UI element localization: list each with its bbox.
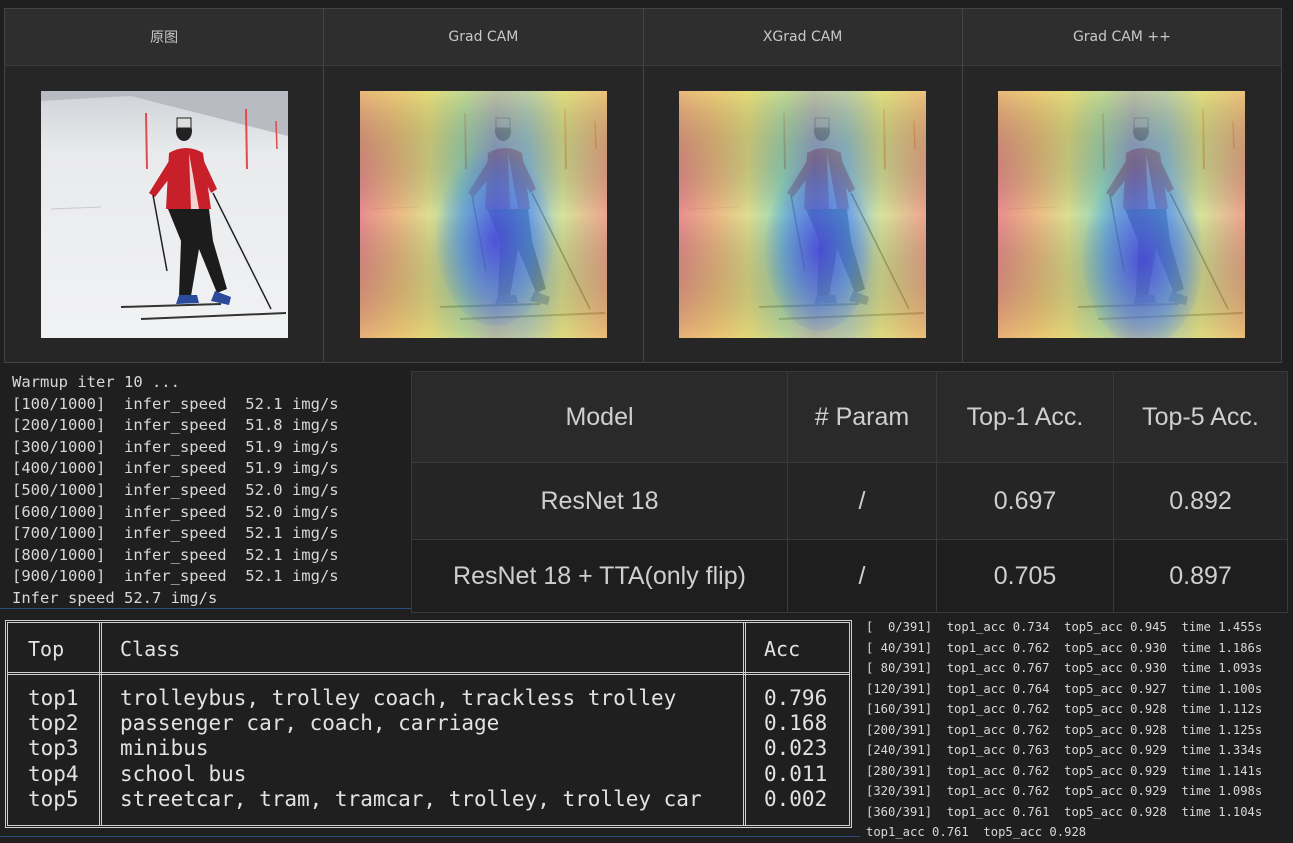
cell-top5: 0.892 <box>1113 462 1288 540</box>
model-table: Model # Param Top-1 Acc. Top-5 Acc. ResN… <box>411 371 1288 613</box>
cell-top1: 0.697 <box>936 462 1114 540</box>
list-item: streetcar, tram, tramcar, trolley, troll… <box>120 786 702 811</box>
list-item: 0.002 <box>764 786 828 811</box>
cam-column-gradcampp: Grad CAM ++ <box>962 9 1281 362</box>
log-line: [700/1000] infer_speed 52.1 img/s <box>12 524 339 543</box>
divider <box>0 836 860 837</box>
log-footer: Infer speed 52.7 img/s <box>12 588 218 607</box>
list-item: top4 <box>28 761 79 786</box>
log-line: [ 80/391] top1_acc 0.767 top5_acc 0.930 … <box>866 661 1263 675</box>
cam-column-original: 原图 <box>5 9 325 362</box>
xgradcam-heatmap-icon <box>679 90 927 338</box>
header-model: Model <box>411 371 788 463</box>
list-item: 0.168 <box>764 711 828 736</box>
header-class: Class <box>120 637 181 661</box>
column-title: Grad CAM ++ <box>962 9 1281 66</box>
log-summary: top1_acc 0.761 top5_acc 0.928 <box>866 825 1087 839</box>
log-line: [100/1000] infer_speed 52.1 img/s <box>12 394 339 413</box>
cell-top5: 0.897 <box>1113 539 1288 613</box>
log-line: [900/1000] infer_speed 52.1 img/s <box>12 567 339 586</box>
header-top5: Top-5 Acc. <box>1113 371 1288 463</box>
column-title: Grad CAM <box>324 9 643 66</box>
log-line: [200/391] top1_acc 0.762 top5_acc 0.928 … <box>866 722 1263 737</box>
column-title: 原图 <box>5 9 324 66</box>
header-acc: Acc <box>764 637 801 661</box>
cam-column-xgradcam: XGrad CAM <box>643 9 963 362</box>
table-row: ResNet 18 + TTA(only flip) / 0.705 0.897 <box>411 539 1288 613</box>
header-top1: Top-1 Acc. <box>936 371 1114 463</box>
log-line: [320/391] top1_acc 0.762 top5_acc 0.929 … <box>866 784 1263 798</box>
list-item: top5 <box>28 786 79 811</box>
list-item: 0.796 <box>764 686 828 710</box>
log-line: [ 40/391] top1_acc 0.762 top5_acc 0.930 … <box>866 640 1263 655</box>
log-line: [360/391] top1_acc 0.761 top5_acc 0.928 … <box>866 804 1263 819</box>
top-rank-column: top1 top2 top3 top4 top5 <box>28 686 79 812</box>
eval-log: [ 0/391] top1_acc 0.734 top5_acc 0.945 t… <box>866 617 1293 843</box>
log-line: [500/1000] infer_speed 52.0 img/s <box>12 480 339 499</box>
top-class-table: Top Class Acc top1 top2 top3 top4 top5 t… <box>5 620 852 828</box>
log-line: [240/391] top1_acc 0.763 top5_acc 0.929 … <box>866 743 1263 757</box>
cell-param: / <box>787 539 937 613</box>
list-item: top3 <box>28 736 79 761</box>
list-item: minibus <box>120 736 209 761</box>
log-line: [400/1000] infer_speed 51.9 img/s <box>12 459 339 478</box>
log-line: [ 0/391] top1_acc 0.734 top5_acc 0.945 t… <box>866 620 1263 634</box>
cell-param: / <box>787 462 937 540</box>
divider <box>0 608 412 609</box>
top-class-column: trolleybus, trolley coach, trackless tro… <box>120 686 702 812</box>
divider <box>743 623 746 825</box>
gradcam-heatmap-icon <box>359 90 607 338</box>
log-line: [800/1000] infer_speed 52.1 img/s <box>12 545 339 564</box>
warmup-log: Warmup iter 10 ... [100/1000] infer_spee… <box>12 372 412 610</box>
cell-top1: 0.705 <box>936 539 1114 613</box>
header-top: Top <box>28 637 65 661</box>
list-item: top2 <box>28 711 79 736</box>
top-acc-column: 0.796 0.168 0.023 0.011 0.002 <box>764 686 827 812</box>
divider <box>8 672 849 675</box>
list-item: top1 <box>28 686 79 710</box>
log-line: [120/391] top1_acc 0.764 top5_acc 0.927 … <box>866 681 1263 696</box>
column-title: XGrad CAM <box>643 9 962 66</box>
list-item: 0.011 <box>764 761 828 786</box>
log-header: Warmup iter 10 ... <box>12 373 180 391</box>
cell-model: ResNet 18 <box>411 462 788 540</box>
log-line: [300/1000] infer_speed 51.9 img/s <box>12 437 339 456</box>
header-param: # Param <box>787 371 937 463</box>
cell-model: ResNet 18 + TTA(only flip) <box>411 539 788 613</box>
log-line: [160/391] top1_acc 0.762 top5_acc 0.928 … <box>866 702 1263 716</box>
cam-column-gradcam: Grad CAM <box>324 9 644 362</box>
gradcampp-heatmap-icon <box>998 90 1246 338</box>
list-item: school bus <box>120 761 247 786</box>
log-line: [200/1000] infer_speed 51.8 img/s <box>12 416 339 435</box>
list-item: 0.023 <box>764 736 828 761</box>
log-line: [280/391] top1_acc 0.762 top5_acc 0.929 … <box>866 763 1263 778</box>
divider <box>99 623 102 825</box>
skier-photo-icon <box>40 90 288 338</box>
cam-panel: 原图 Grad CAM XGrad CAM Grad CAM ++ <box>4 8 1282 363</box>
table-row: ResNet 18 / 0.697 0.892 <box>411 462 1288 540</box>
list-item: passenger car, coach, carriage <box>120 711 500 736</box>
list-item: trolleybus, trolley coach, trackless tro… <box>120 686 677 710</box>
log-line: [600/1000] infer_speed 52.0 img/s <box>12 502 339 521</box>
